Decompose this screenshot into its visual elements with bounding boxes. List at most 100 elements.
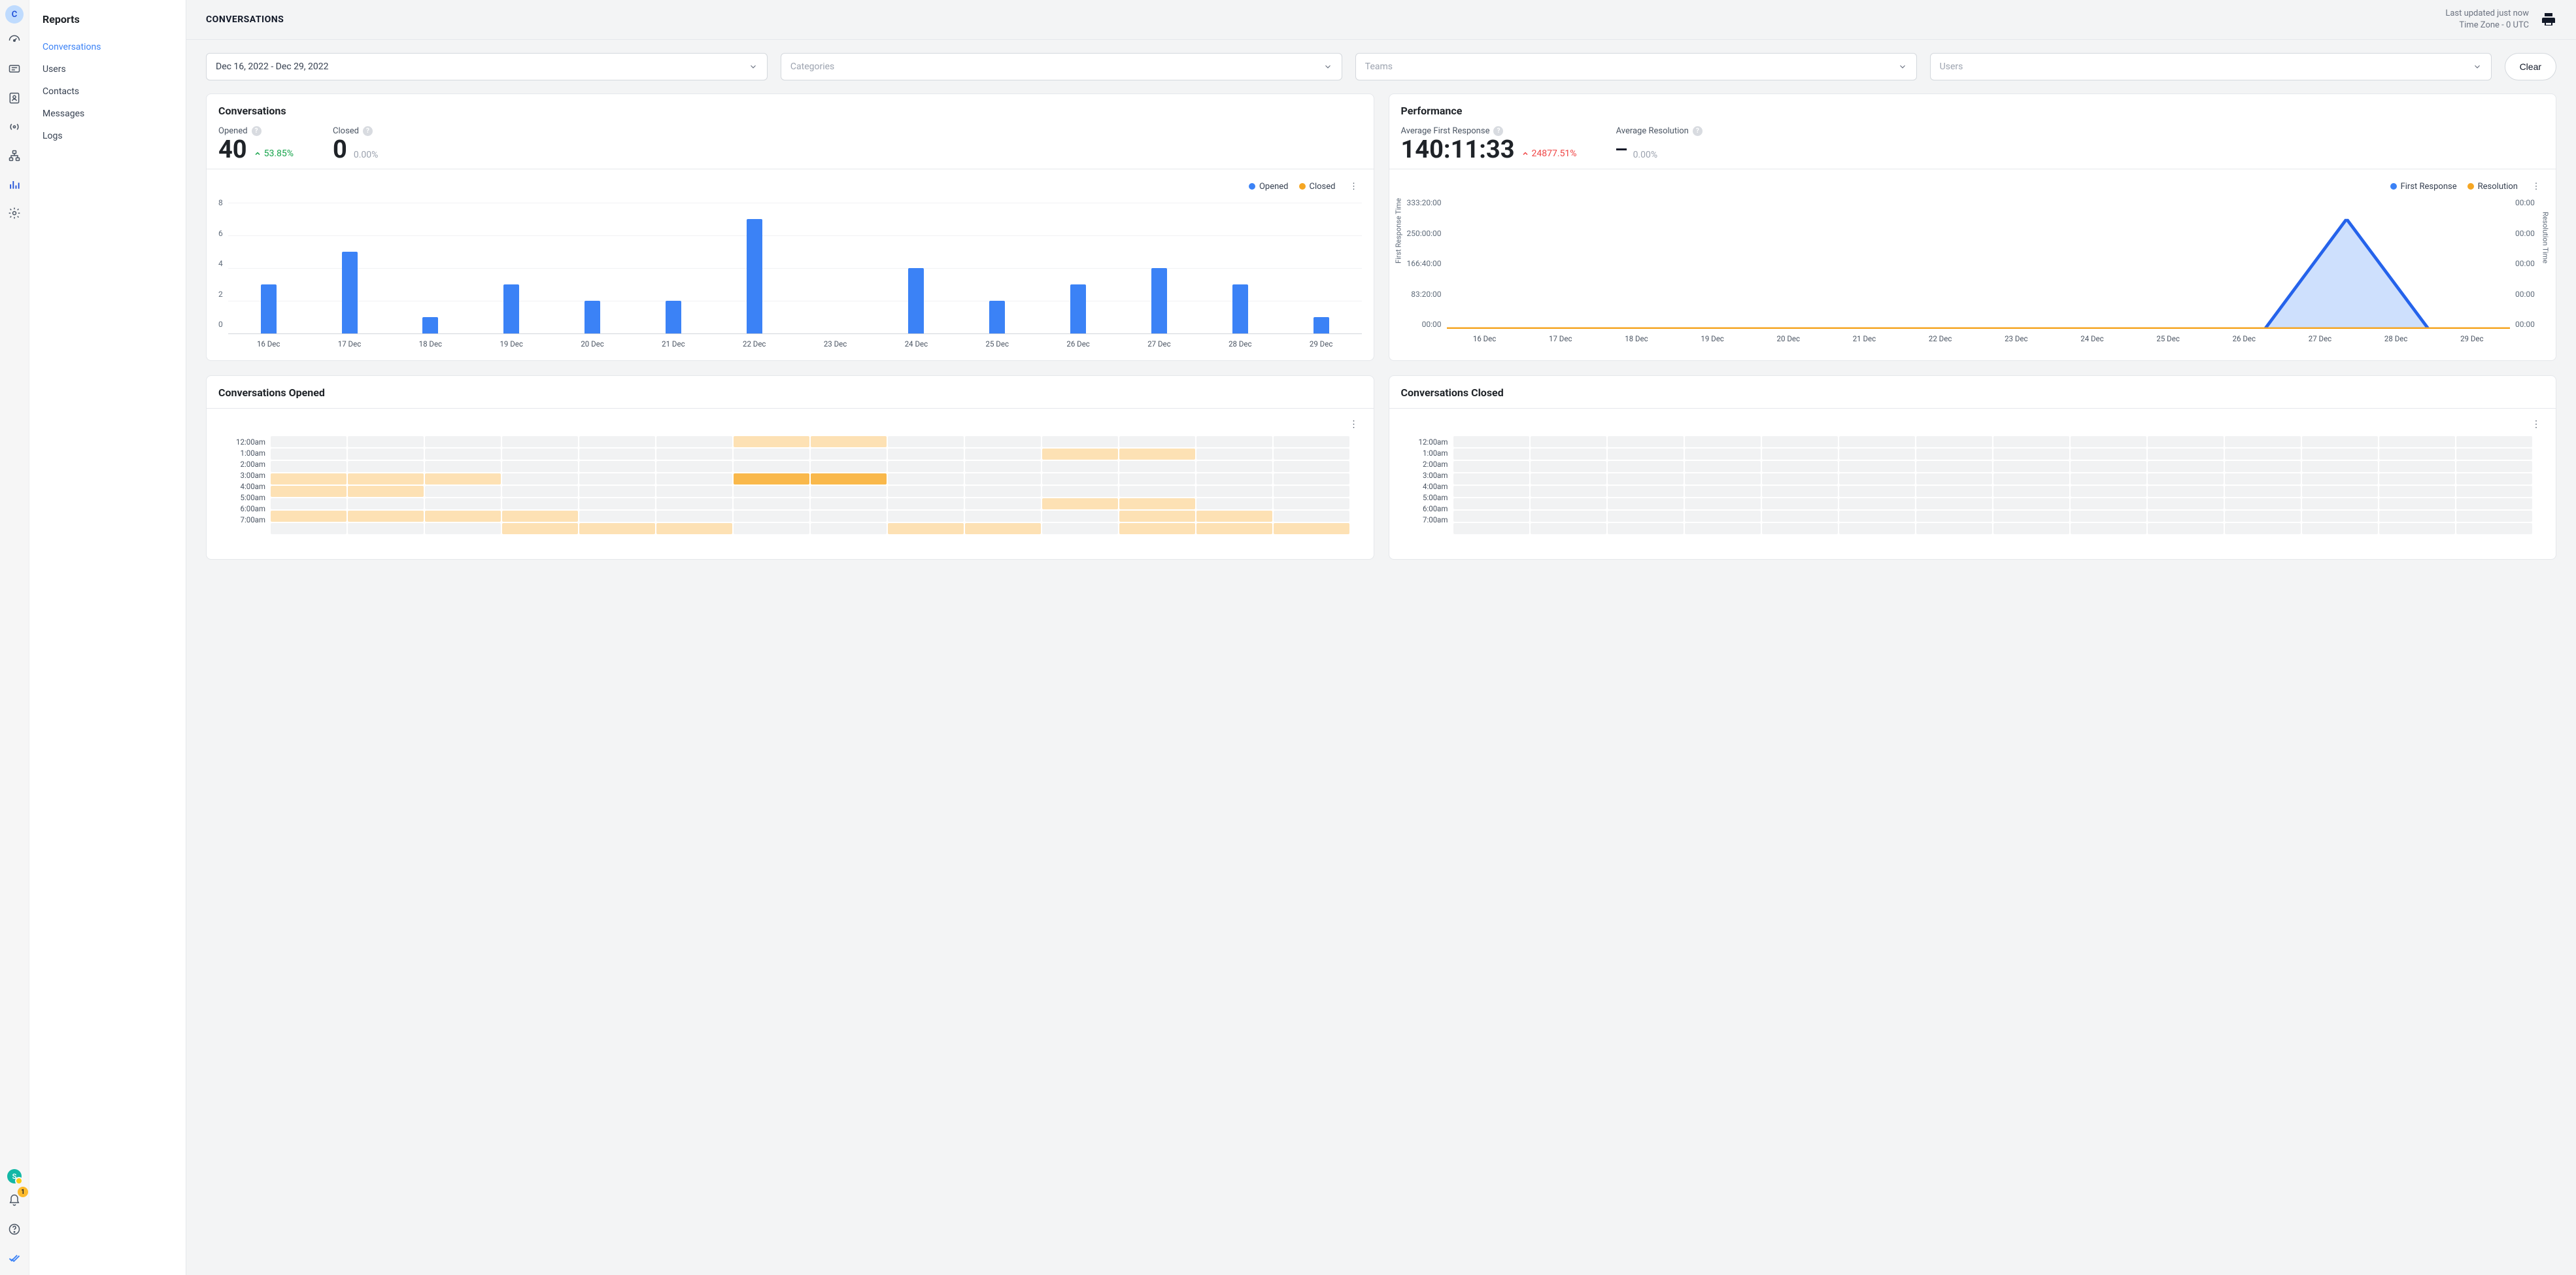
heatmap-cell xyxy=(656,473,732,484)
bar xyxy=(585,301,600,333)
chart-menu-button[interactable]: ⋮ xyxy=(2528,416,2544,432)
heatmap-cell xyxy=(1453,498,1529,509)
heatmap-cell xyxy=(348,473,424,484)
heatmap-cell xyxy=(965,473,1041,484)
heatmap-cell xyxy=(2071,461,2146,472)
heatmap-cell xyxy=(965,498,1041,509)
user-avatar[interactable]: S xyxy=(7,1169,22,1183)
heatmap-cell xyxy=(2071,511,2146,522)
main-content: CONVERSATIONS Last updated just now Time… xyxy=(186,0,2576,1275)
card-conversations-opened: Conversations Opened ⋮ 12:00am1:00am2:00… xyxy=(206,375,1374,560)
nav-reports[interactable] xyxy=(3,173,26,196)
stat-ar: Average Resolution? 0.00% xyxy=(1616,126,1703,162)
brand-icon[interactable] xyxy=(3,1246,26,1270)
submenu-item-users[interactable]: Users xyxy=(29,58,186,80)
heatmap-cell xyxy=(579,449,655,460)
heatmap-cell xyxy=(2148,523,2224,534)
heatmap-cell xyxy=(1196,473,1272,484)
heatmap-cell xyxy=(1042,461,1118,472)
submenu-item-logs[interactable]: Logs xyxy=(29,125,186,147)
heatmap-cell xyxy=(1119,523,1195,534)
afr-delta: 24877.51% xyxy=(1521,148,1577,159)
nav-settings[interactable] xyxy=(3,201,26,225)
nav-dashboard[interactable] xyxy=(3,29,26,52)
bar-chart: 86420 16 Dec17 Dec18 Dec19 Dec20 Dec21 D… xyxy=(218,198,1362,348)
heatmap-cell xyxy=(1453,473,1529,484)
heatmap-cell xyxy=(1993,511,2069,522)
bar xyxy=(503,284,519,333)
heatmap-cell xyxy=(2456,523,2532,534)
heatmap-cell xyxy=(1916,498,1992,509)
heatmap-cell xyxy=(1274,511,1349,522)
heatmap-cell xyxy=(425,486,501,497)
heatmap-cell xyxy=(1042,449,1118,460)
submenu-item-conversations[interactable]: Conversations xyxy=(29,36,186,58)
heatmap-cell xyxy=(2456,473,2532,484)
heatmap-cell xyxy=(2071,523,2146,534)
heatmap-cell xyxy=(2302,523,2378,534)
print-button[interactable] xyxy=(2541,12,2556,27)
heatmap-cell xyxy=(811,523,887,534)
heatmap-cell xyxy=(1685,511,1761,522)
sitemap-icon xyxy=(8,149,21,162)
opened-value: 40 xyxy=(218,137,247,162)
heatmap-cell xyxy=(348,511,424,522)
heatmap-cell xyxy=(2225,523,2301,534)
submenu-item-contacts[interactable]: Contacts xyxy=(29,80,186,103)
heatmap-cell xyxy=(656,436,732,447)
nav-workflows[interactable] xyxy=(3,144,26,167)
heatmap-cell xyxy=(734,511,809,522)
nav-conversations[interactable] xyxy=(3,58,26,81)
checkmarks-icon xyxy=(8,1251,21,1265)
date-range-select[interactable]: Dec 16, 2022 - Dec 29, 2022 xyxy=(206,53,768,80)
categories-select[interactable]: Categories xyxy=(781,53,1342,80)
chart-menu-button[interactable]: ⋮ xyxy=(1346,416,1362,432)
heatmap-cell xyxy=(1608,473,1684,484)
users-select[interactable]: Users xyxy=(1930,53,2492,80)
bar xyxy=(342,252,358,333)
chart-menu-button[interactable]: ⋮ xyxy=(2528,178,2544,194)
heatmap-cell xyxy=(1839,523,1915,534)
help-icon[interactable]: ? xyxy=(1693,126,1703,136)
heatmap-cell xyxy=(502,486,578,497)
heatmap-cell xyxy=(2456,511,2532,522)
heatmap-cell xyxy=(425,473,501,484)
heatmap-cell xyxy=(1453,461,1529,472)
notifications-button[interactable]: 1 xyxy=(3,1189,26,1212)
heatmap-cell xyxy=(2302,511,2378,522)
heatmap-cell xyxy=(425,461,501,472)
heatmap-cell xyxy=(2379,498,2455,509)
heatmap-cell xyxy=(348,498,424,509)
heatmap-cell xyxy=(734,449,809,460)
help-icon[interactable]: ? xyxy=(252,126,262,136)
heatmap-cell xyxy=(888,523,964,534)
heatmap-cell xyxy=(1274,461,1349,472)
closed-delta: 0.00% xyxy=(354,150,379,160)
help-button[interactable] xyxy=(3,1217,26,1241)
chart-menu-button[interactable]: ⋮ xyxy=(1346,178,1362,194)
heatmap-cell xyxy=(271,523,347,534)
workspace-avatar[interactable]: C xyxy=(5,5,24,24)
heatmap-cell xyxy=(2302,461,2378,472)
nav-contacts[interactable] xyxy=(3,86,26,110)
help-icon[interactable]: ? xyxy=(363,126,373,136)
nav-broadcast[interactable] xyxy=(3,115,26,139)
help-icon[interactable]: ? xyxy=(1493,126,1503,136)
stat-closed: Closed? 0 0.00% xyxy=(333,126,378,162)
card-performance-title: Performance xyxy=(1401,105,2545,117)
heatmap-cell xyxy=(1119,436,1195,447)
heatmap-cell xyxy=(2225,486,2301,497)
heatmap-cell xyxy=(734,436,809,447)
heatmap-cell xyxy=(2071,486,2146,497)
card-conversations: Conversations Opened? 40 53.85% xyxy=(206,94,1374,361)
heatmap-cell xyxy=(1119,461,1195,472)
teams-select[interactable]: Teams xyxy=(1355,53,1917,80)
heatmap-cell xyxy=(1685,436,1761,447)
card-conversations-title: Conversations xyxy=(218,105,1362,117)
reports-submenu: Reports ConversationsUsersContactsMessag… xyxy=(29,0,186,1275)
submenu-item-messages[interactable]: Messages xyxy=(29,103,186,125)
heatmap-cell xyxy=(1274,486,1349,497)
clear-button[interactable]: Clear xyxy=(2505,53,2556,80)
broadcast-icon xyxy=(8,120,21,133)
heatmap-cell xyxy=(2379,473,2455,484)
